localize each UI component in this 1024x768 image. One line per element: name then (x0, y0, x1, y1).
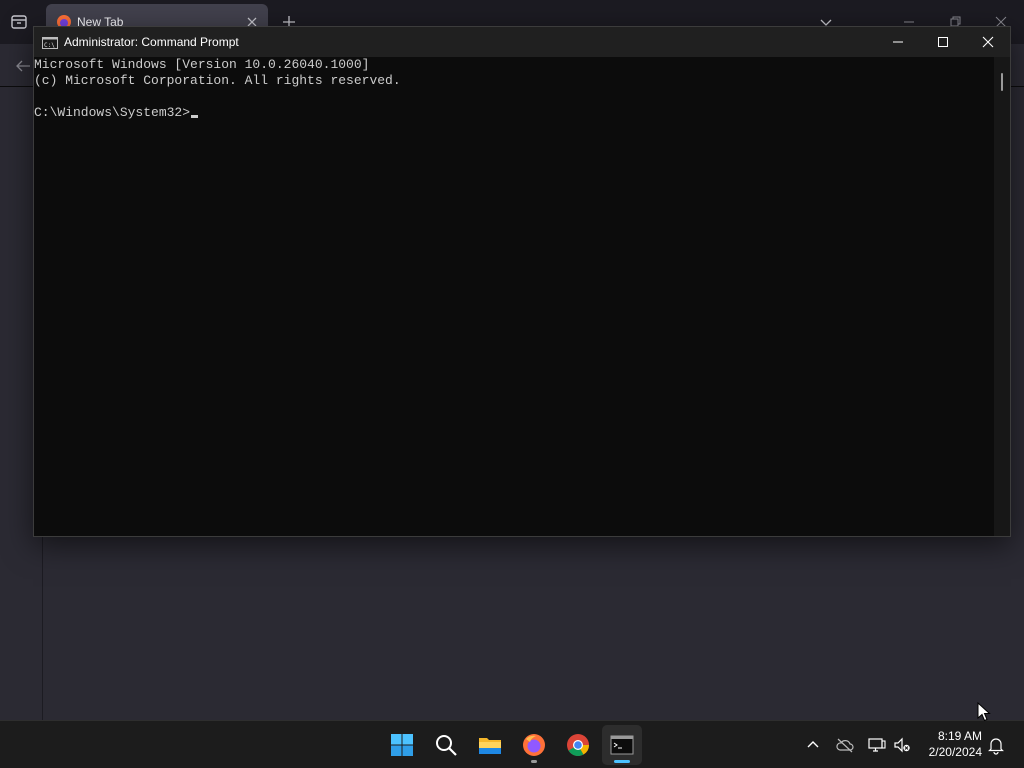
console-line: Microsoft Windows [Version 10.0.26040.10… (34, 57, 370, 72)
console-prompt: C:\Windows\System32> (34, 105, 191, 120)
cmd-scrollbar[interactable] (994, 57, 1010, 536)
terminal-icon (610, 735, 634, 755)
notifications-bell-icon[interactable] (986, 735, 1006, 755)
close-icon (982, 36, 994, 48)
chrome-taskbar-button[interactable] (558, 725, 598, 765)
taskbar: 8:19 AM 2/20/2024 (0, 720, 1024, 768)
running-indicator (531, 760, 537, 763)
active-indicator (614, 760, 630, 763)
search-button[interactable] (426, 725, 466, 765)
terminal-taskbar-button[interactable] (602, 725, 642, 765)
mouse-pointer-icon (977, 701, 991, 722)
cmd-console-output[interactable]: Microsoft Windows [Version 10.0.26040.10… (34, 57, 994, 536)
svg-text:C:\: C:\ (44, 42, 55, 49)
cmd-window-title: Administrator: Command Prompt (64, 35, 239, 49)
text-cursor (191, 115, 199, 118)
network-icon[interactable] (867, 735, 887, 755)
command-prompt-window: C:\ Administrator: Command Prompt Micros… (33, 26, 1011, 537)
console-line: (c) Microsoft Corporation. All rights re… (34, 73, 401, 88)
taskbar-clock[interactable]: 8:19 AM 2/20/2024 (912, 728, 982, 760)
cmd-close-button[interactable] (965, 27, 1011, 57)
firefox-taskbar-button[interactable] (514, 725, 554, 765)
tab-list-icon[interactable] (8, 12, 30, 32)
show-hidden-icons-chevron-icon[interactable] (803, 735, 823, 755)
cmd-title-bar[interactable]: C:\ Administrator: Command Prompt (34, 27, 1010, 57)
minimize-icon (893, 41, 903, 43)
folder-icon (479, 738, 501, 754)
windows-start-icon (391, 734, 413, 756)
command-prompt-icon: C:\ (42, 36, 58, 49)
cmd-minimize-button[interactable] (875, 27, 921, 57)
file-explorer-button[interactable] (470, 725, 510, 765)
clock-date: 2/20/2024 (928, 745, 982, 759)
scrollbar-thumb[interactable] (1001, 73, 1003, 91)
cmd-maximize-button[interactable] (920, 27, 966, 57)
chrome-icon (567, 734, 589, 756)
console-prompt-line[interactable]: C:\Windows\System32> (34, 105, 199, 121)
search-icon (436, 735, 457, 756)
start-button[interactable] (382, 725, 422, 765)
clock-time: 8:19 AM (937, 729, 982, 743)
firefox-icon (523, 734, 545, 756)
maximize-icon (938, 37, 948, 47)
volume-muted-icon[interactable] (892, 735, 912, 755)
onedrive-offline-icon[interactable] (835, 735, 855, 755)
